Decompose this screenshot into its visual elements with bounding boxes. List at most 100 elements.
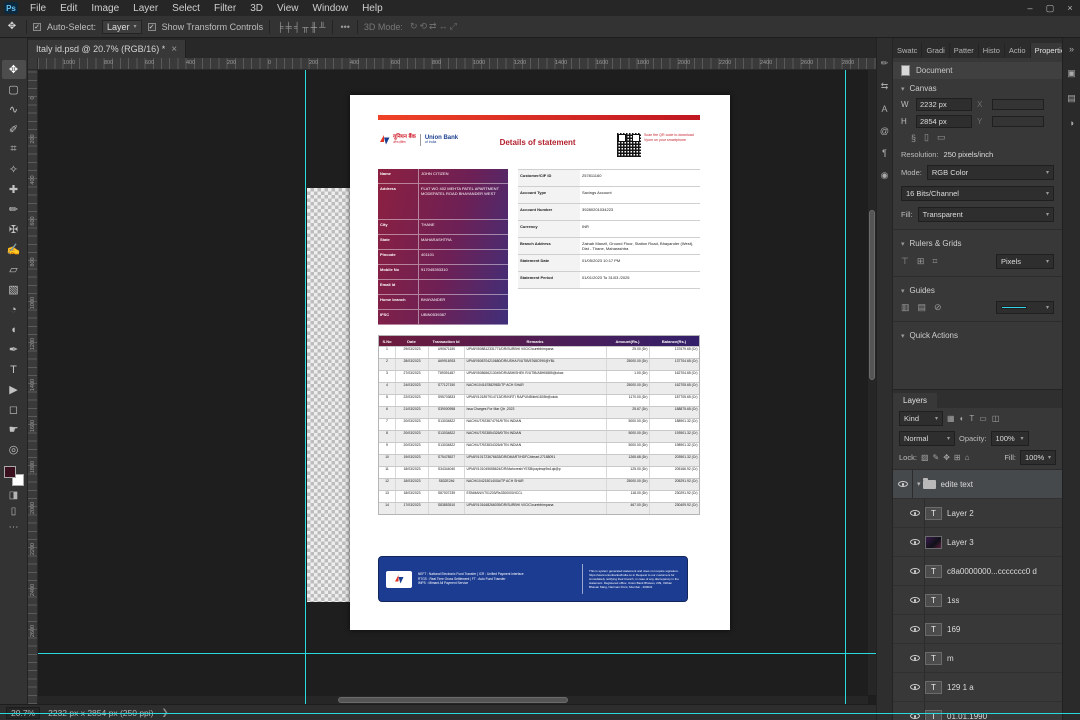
align-left-edges-icon[interactable]: ╞ bbox=[276, 22, 284, 32]
eyedropper-tool[interactable]: ✧ bbox=[2, 160, 26, 179]
fill-dropdown[interactable]: 100% ▾ bbox=[1020, 450, 1056, 465]
color-swatches[interactable] bbox=[3, 466, 24, 486]
visibility-toggle[interactable] bbox=[905, 528, 925, 556]
clone-source-panel-icon[interactable]: ◉ bbox=[881, 170, 889, 181]
lock-transparent-icon[interactable]: ▨ bbox=[921, 453, 929, 462]
layer-row[interactable]: T 129 1 a bbox=[893, 673, 1062, 702]
toggle-grid-icon[interactable]: ⊞ bbox=[917, 256, 925, 267]
visibility-toggle[interactable] bbox=[905, 673, 925, 701]
align-overflow-icon[interactable]: ••• bbox=[339, 22, 350, 32]
panel-tab-actio[interactable]: Actio bbox=[1005, 43, 1031, 58]
menu-filter[interactable]: Filter bbox=[208, 2, 242, 15]
portrait-orientation-icon[interactable]: ▯ bbox=[924, 132, 929, 143]
color-mode-dropdown[interactable]: RGB Color ▾ bbox=[926, 165, 1054, 180]
align-bottom-edges-icon[interactable]: ╨ bbox=[318, 22, 326, 32]
foreground-color-swatch[interactable] bbox=[3, 466, 16, 478]
history-brush-tool[interactable]: ✍ bbox=[2, 240, 26, 259]
3d-drag-icon[interactable]: ⇄ bbox=[428, 21, 438, 31]
character-panel-icon[interactable]: A bbox=[881, 104, 887, 114]
menu-view[interactable]: View bbox=[271, 2, 305, 15]
screen-mode-icon[interactable]: ▯ bbox=[2, 503, 26, 519]
quick-selection-tool[interactable]: ✐ bbox=[2, 120, 26, 139]
menu-help[interactable]: Help bbox=[356, 2, 389, 15]
collapse-dock-icon[interactable]: » bbox=[1069, 44, 1074, 54]
filter-type-layers-icon[interactable]: T bbox=[969, 414, 974, 423]
blend-mode-dropdown[interactable]: Normal ▾ bbox=[899, 431, 955, 446]
shape-tool[interactable]: ◻ bbox=[2, 400, 26, 419]
guide-color-dropdown[interactable]: ▾ bbox=[996, 301, 1054, 314]
guides-section-header[interactable]: ▾ Guides bbox=[893, 281, 1062, 298]
blur-tool[interactable]: ◔ bbox=[2, 300, 26, 319]
layer-row[interactable]: Tc8a0000000...ccccccc0 d bbox=[893, 557, 1062, 586]
lock-all-icon[interactable]: ⌂ bbox=[965, 453, 970, 462]
lock-position-icon[interactable]: ✥ bbox=[943, 453, 950, 462]
link-dimensions-icon[interactable]: § bbox=[911, 133, 916, 143]
glyphs-panel-icon[interactable]: @ bbox=[880, 126, 889, 136]
visibility-toggle[interactable] bbox=[905, 615, 925, 643]
tab-layers[interactable]: Layers bbox=[893, 393, 938, 408]
menu-window[interactable]: Window bbox=[307, 2, 355, 15]
edit-toolbar-icon[interactable]: ⋯ bbox=[2, 519, 26, 535]
menu-file[interactable]: File bbox=[24, 2, 52, 15]
panel-tab-gradi[interactable]: Gradi bbox=[922, 43, 950, 58]
crop-tool[interactable]: ⌗ bbox=[2, 140, 26, 159]
menu-image[interactable]: Image bbox=[85, 2, 125, 15]
menu-edit[interactable]: Edit bbox=[54, 2, 83, 15]
document-page[interactable]: यूनियन बैंक ऑफ इंडिया Union Bank of Indi… bbox=[350, 95, 730, 630]
gradient-tool[interactable]: ▧ bbox=[2, 280, 26, 299]
panel-tab-histo[interactable]: Histo bbox=[979, 43, 1005, 58]
lock-pixels-icon[interactable]: ✎ bbox=[933, 453, 940, 462]
document-tab[interactable]: Italy id.psd @ 20.7% (RGB/16) * × bbox=[28, 40, 187, 58]
adjustments-panel-icon[interactable]: ◑ bbox=[1069, 118, 1074, 128]
landscape-orientation-icon[interactable]: ▭ bbox=[937, 132, 946, 143]
tool-presets-panel-icon[interactable]: ⇆ bbox=[881, 81, 889, 92]
horizontal-scrollbar[interactable] bbox=[38, 696, 868, 704]
layer-row[interactable]: Layer 3 bbox=[893, 528, 1062, 557]
eraser-tool[interactable]: ▱ bbox=[2, 260, 26, 279]
show-transform-checkbox[interactable]: ✓ bbox=[147, 22, 156, 31]
3d-roll-icon[interactable]: ⟲ bbox=[418, 21, 428, 31]
horizontal-ruler[interactable]: 1000 800 600 400 200 0 200 400 600 800 1000 1200 140… bbox=[38, 58, 876, 70]
align-horizontal-centers-icon[interactable]: ╪ bbox=[285, 22, 293, 32]
minimize-button[interactable]: – bbox=[1020, 3, 1040, 14]
horizontal-guide[interactable] bbox=[38, 653, 876, 654]
hand-tool[interactable]: ☛ bbox=[2, 420, 26, 439]
paragraph-panel-icon[interactable]: ¶ bbox=[882, 148, 887, 158]
visibility-toggle[interactable] bbox=[905, 702, 925, 720]
layer-row[interactable]: ▾ edite text bbox=[893, 470, 1062, 499]
layer-row[interactable]: T Layer 2 bbox=[893, 499, 1062, 528]
menu-3d[interactable]: 3D bbox=[244, 2, 269, 15]
quick-mask-icon[interactable]: ◨ bbox=[2, 487, 26, 503]
vertical-ruler[interactable]: 0 200 400 600 800 1000 1200 1400 1600 1800 2000 220… bbox=[28, 70, 38, 704]
visibility-toggle[interactable] bbox=[905, 586, 925, 614]
snap-icon[interactable]: ⌗ bbox=[932, 256, 937, 267]
height-field[interactable]: 2854 px bbox=[916, 115, 972, 128]
visibility-toggle[interactable] bbox=[905, 499, 925, 527]
visibility-toggle[interactable] bbox=[893, 470, 913, 498]
type-tool[interactable]: T bbox=[2, 360, 26, 379]
vertical-scrollbar-thumb[interactable] bbox=[869, 210, 875, 380]
width-field[interactable]: 2232 px bbox=[916, 98, 972, 111]
quick-actions-section-header[interactable]: ▾ Quick Actions bbox=[893, 326, 1062, 343]
zoom-tool[interactable]: ◎ bbox=[2, 440, 26, 459]
expand-arrow-icon[interactable]: ▾ bbox=[917, 480, 921, 488]
layer-row[interactable]: T 01.01.1990 bbox=[893, 702, 1062, 720]
3d-scale-icon[interactable]: ⤢ bbox=[449, 21, 458, 31]
vertical-scrollbar[interactable] bbox=[868, 70, 876, 695]
visibility-toggle[interactable] bbox=[905, 644, 925, 672]
filter-shape-layers-icon[interactable]: ▭ bbox=[979, 414, 987, 423]
kind-filter-dropdown[interactable]: Kind ▾ bbox=[899, 411, 943, 426]
close-tab-icon[interactable]: × bbox=[171, 44, 177, 55]
horizontal-scrollbar-thumb[interactable] bbox=[338, 697, 568, 703]
auto-select-checkbox[interactable]: ✓ bbox=[33, 22, 41, 31]
dodge-tool[interactable]: ◖ bbox=[2, 320, 26, 339]
new-guide-icon[interactable]: ▥ bbox=[901, 302, 910, 313]
properties-target-row[interactable]: Document bbox=[893, 62, 1062, 79]
panel-tab-properties[interactable]: Properties bbox=[1030, 43, 1062, 58]
canvas-section-header[interactable]: ▾ Canvas bbox=[893, 79, 1062, 96]
brush-tool[interactable]: ✏ bbox=[2, 200, 26, 219]
toggle-rulers-icon[interactable]: ⊤ bbox=[901, 256, 909, 267]
move-tool[interactable]: ✥ bbox=[1, 60, 26, 79]
layer-row[interactable]: Tm bbox=[893, 644, 1062, 673]
horizontal-guide[interactable] bbox=[0, 713, 1080, 714]
